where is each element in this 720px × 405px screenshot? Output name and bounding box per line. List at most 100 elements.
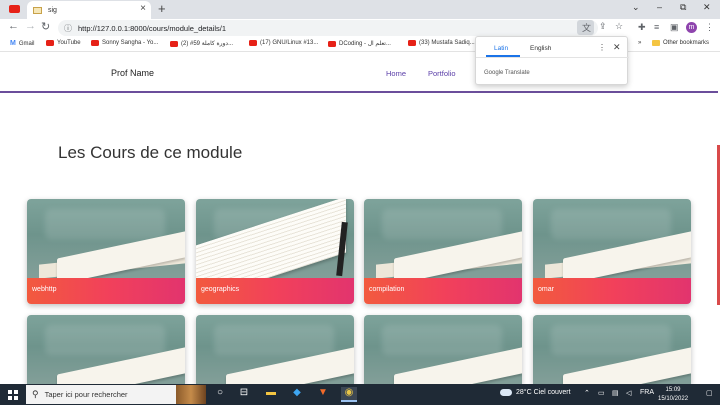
bookmark-label: YouTube bbox=[57, 40, 81, 46]
tray-chevron-icon[interactable]: ⌃ bbox=[584, 389, 590, 397]
reading-list-icon[interactable]: ≡ bbox=[654, 22, 659, 32]
tab-close-icon[interactable]: × bbox=[140, 3, 146, 14]
course-card[interactable] bbox=[364, 315, 522, 385]
network-icon[interactable]: ▤ bbox=[612, 389, 619, 397]
course-card[interactable]: webhttp bbox=[27, 199, 185, 304]
volume-icon[interactable]: ◁ bbox=[626, 389, 631, 397]
reload-icon[interactable]: ↻ bbox=[41, 20, 50, 33]
course-image bbox=[533, 315, 691, 385]
taskbar: ⚲ Taper ici pour rechercher ○ ⊟ ▬ ◆ ▼ ◉ … bbox=[0, 384, 720, 405]
bookmark-label: (33) Mustafa Sadiq... bbox=[419, 40, 475, 46]
url-text[interactable]: http://127.0.0.1:8000/cours/module_detai… bbox=[78, 24, 226, 33]
youtube-icon bbox=[46, 40, 54, 46]
cortana-icon[interactable]: ○ bbox=[212, 387, 228, 402]
course-image bbox=[27, 315, 185, 385]
bookmark-gmail[interactable]: M Gmail bbox=[10, 40, 35, 47]
new-tab-button[interactable]: + bbox=[158, 1, 166, 16]
bookmark-linux[interactable]: (17) GNU/Linux #13... bbox=[249, 40, 318, 46]
translate-brand: Google Translate bbox=[484, 70, 530, 76]
course-image bbox=[196, 315, 354, 385]
weather-widget[interactable]: 28°C Ciel couvert bbox=[500, 389, 571, 396]
youtube-icon bbox=[91, 40, 99, 46]
course-title[interactable]: compilation bbox=[369, 286, 404, 293]
bookmark-mustafa[interactable]: (33) Mustafa Sadiq... bbox=[408, 40, 475, 46]
bookmark-star-icon[interactable]: ☆ bbox=[615, 21, 623, 32]
bookmarks-overflow-button[interactable]: » bbox=[638, 40, 641, 46]
share-icon[interactable]: ⇪ bbox=[599, 21, 607, 32]
course-card[interactable] bbox=[27, 315, 185, 385]
nav-home[interactable]: Home bbox=[386, 69, 406, 78]
youtube-icon bbox=[170, 40, 178, 47]
back-icon[interactable]: ← bbox=[8, 20, 19, 32]
minimize-button[interactable]: – bbox=[657, 2, 662, 12]
windows-start-icon[interactable] bbox=[8, 390, 18, 400]
brave-icon[interactable]: ▼ bbox=[315, 387, 331, 402]
language-indicator[interactable]: FRA bbox=[640, 389, 654, 396]
chrome-icon[interactable]: ◉ bbox=[341, 387, 357, 402]
translate-popup: Latin English ⋮ ✕ Google Translate bbox=[475, 36, 629, 85]
translate-tab-source[interactable]: Latin bbox=[494, 45, 508, 52]
notifications-icon[interactable]: ▢ bbox=[706, 389, 713, 397]
nav-portfolio[interactable]: Portfolio bbox=[428, 69, 456, 78]
youtube-icon bbox=[408, 40, 416, 46]
course-card[interactable]: compilation bbox=[364, 199, 522, 304]
restore-button[interactable]: ⧉ bbox=[680, 2, 686, 13]
vscode-icon[interactable]: ◆ bbox=[289, 387, 305, 402]
course-footer: omar bbox=[533, 278, 691, 304]
course-footer: geographics bbox=[196, 278, 354, 304]
bookmark-sonny[interactable]: Sonny Sangha - Yo... bbox=[91, 40, 158, 46]
course-title[interactable]: geographics bbox=[201, 286, 239, 293]
taskbar-clock[interactable]: 15:09 15/10/2022 bbox=[658, 386, 688, 404]
other-bookmarks-label: Other bookmarks bbox=[663, 40, 710, 46]
bookmark-youtube[interactable]: YouTube bbox=[46, 40, 81, 46]
course-image bbox=[27, 199, 185, 285]
browser-menu-icon[interactable]: ⋮ bbox=[705, 22, 714, 33]
youtube-icon bbox=[249, 40, 257, 46]
translate-icon[interactable]: 文 bbox=[582, 21, 591, 34]
tab-search-icon[interactable]: ⌄ bbox=[632, 2, 640, 13]
site-info-icon[interactable]: ⓘ bbox=[64, 23, 72, 34]
close-window-button[interactable]: ✕ bbox=[703, 2, 711, 13]
course-card[interactable]: geographics bbox=[196, 199, 354, 304]
search-placeholder: Taper ici pour rechercher bbox=[44, 390, 128, 399]
address-bar[interactable]: ⓘ http://127.0.0.1:8000/cours/module_det… bbox=[58, 20, 598, 36]
clock-time: 15:09 bbox=[665, 387, 681, 393]
translate-menu-icon[interactable]: ⋮ bbox=[598, 43, 606, 52]
battery-icon[interactable]: ▭ bbox=[598, 389, 605, 397]
course-image bbox=[196, 199, 354, 302]
course-image bbox=[364, 315, 522, 385]
bookmark-dcoding[interactable]: DCoding - تعلم ال... bbox=[328, 40, 391, 47]
youtube-tab-icon[interactable] bbox=[9, 5, 20, 13]
other-bookmarks[interactable]: Other bookmarks bbox=[652, 40, 709, 46]
profile-avatar[interactable]: m bbox=[686, 22, 697, 33]
browser-toolbar: ← → ↻ ⓘ http://127.0.0.1:8000/cours/modu… bbox=[0, 19, 720, 37]
course-image bbox=[364, 199, 522, 285]
course-card[interactable] bbox=[533, 315, 691, 385]
translate-tab-target[interactable]: English bbox=[530, 45, 551, 52]
course-footer: compilation bbox=[364, 278, 522, 304]
clock-date: 15/10/2022 bbox=[658, 396, 689, 402]
extensions-icon[interactable]: ✚ bbox=[638, 22, 646, 33]
course-card[interactable]: omar bbox=[533, 199, 691, 304]
course-image bbox=[533, 199, 691, 285]
course-title[interactable]: webhttp bbox=[32, 286, 57, 293]
forward-icon[interactable]: → bbox=[25, 20, 36, 32]
bookmark-label: (17) GNU/Linux #13... bbox=[260, 40, 319, 46]
site-brand[interactable]: Prof Name bbox=[111, 68, 154, 78]
course-card[interactable] bbox=[196, 315, 354, 385]
file-explorer-icon[interactable]: ▬ bbox=[263, 387, 279, 402]
task-view-icon[interactable]: ⊟ bbox=[236, 387, 252, 402]
page-favicon-icon bbox=[33, 6, 42, 14]
weather-text: Ciel couvert bbox=[533, 389, 571, 396]
tab-title: sig bbox=[48, 6, 57, 14]
cloud-icon bbox=[500, 389, 512, 396]
bookmark-course[interactable]: (2) #59 دورة كاملة... bbox=[170, 40, 233, 47]
bookmark-label: Sonny Sangha - Yo... bbox=[102, 40, 159, 46]
side-panel-icon[interactable]: ▣ bbox=[670, 22, 679, 33]
translate-close-icon[interactable]: ✕ bbox=[613, 42, 621, 53]
course-title[interactable]: omar bbox=[538, 286, 554, 293]
bookmark-label: Gmail bbox=[18, 40, 35, 47]
header-divider bbox=[0, 91, 718, 93]
browser-tab-active[interactable]: sig × bbox=[27, 1, 151, 19]
translate-divider bbox=[476, 57, 629, 58]
